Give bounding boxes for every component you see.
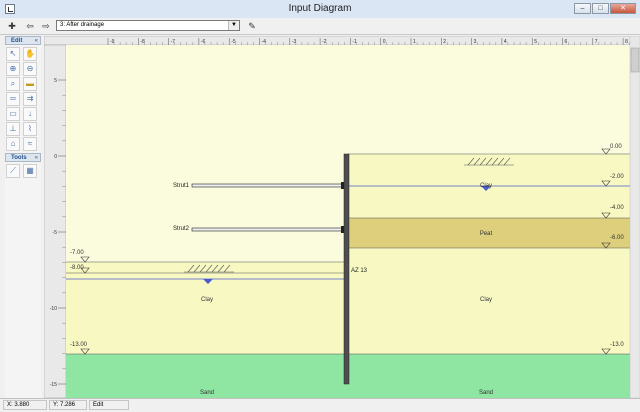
- ruler-tick-label: -10: [50, 306, 57, 312]
- pan-icon[interactable]: ✋: [23, 47, 37, 61]
- ruler-tick-label: 0: [383, 39, 386, 45]
- level-label: -7.00: [70, 250, 84, 256]
- title-bar: Input Diagram – □ ✕: [0, 0, 640, 19]
- support-icon[interactable]: ⊥: [6, 122, 20, 136]
- excavation-icon[interactable]: ⌂: [6, 137, 20, 151]
- edit-panel-label: Edit: [11, 38, 23, 44]
- waterlevel-icon[interactable]: ≈: [23, 137, 37, 151]
- soil-label-right-sand: Sand: [479, 390, 493, 396]
- edit-panel-header[interactable]: Edit «: [5, 36, 41, 45]
- spring-icon[interactable]: ⌇: [23, 122, 37, 136]
- minimize-button[interactable]: –: [574, 3, 591, 14]
- level-label: -2.00: [610, 174, 624, 180]
- ruler-tick-label: -15: [50, 382, 57, 388]
- ruler-tick-label: 6: [565, 39, 568, 45]
- stage-select-value: 3: After drainage: [60, 22, 105, 28]
- ruler-tick-label: 7: [595, 39, 598, 45]
- left-ruler: [44, 44, 67, 398]
- tool-panel: Edit « ↖ ✋ ⊕ ⊖ ⌕ ▬ ═ ⇉ ▭ ↓ ⊥ ⌇ ⌂ ≈ Tools…: [5, 36, 41, 398]
- ruler-tick-label: 2: [443, 39, 446, 45]
- edit-stage-icon[interactable]: ✎: [246, 20, 258, 32]
- soil-layer-left-upper: [66, 262, 348, 273]
- collapse-icon[interactable]: «: [35, 37, 38, 45]
- edit-tools: ↖ ✋ ⊕ ⊖ ⌕ ▬ ═ ⇉ ▭ ↓ ⊥ ⌇ ⌂ ≈: [5, 45, 41, 153]
- top-ruler: [44, 36, 640, 46]
- status-bar: X: 3.880 Y: 7.286 Edit: [0, 398, 640, 412]
- maximize-button[interactable]: □: [592, 3, 609, 14]
- tools-panel-label: Tools: [11, 155, 27, 161]
- ruler-tick-label: 1: [413, 39, 416, 45]
- zoom-window-icon[interactable]: ⌕: [6, 77, 20, 91]
- strut-1-label: Strut1: [173, 183, 190, 189]
- scrollbar-thumb[interactable]: [630, 47, 640, 73]
- ruler-tick-label: 4: [504, 39, 507, 45]
- ruler-tick-label: 0: [54, 154, 57, 160]
- status-mode: Edit: [89, 400, 129, 410]
- soil-label-right-clay-top: Clay: [480, 183, 492, 189]
- soil-layer-left-clay: [66, 273, 348, 354]
- vertical-scrollbar[interactable]: [629, 36, 640, 398]
- zoom-out-icon[interactable]: ⊖: [23, 62, 37, 76]
- soil-label-left-sand: Sand: [200, 390, 214, 396]
- properties-icon[interactable]: ▦: [23, 164, 37, 178]
- level-label: -6.00: [610, 235, 624, 241]
- ruler-tick-label: 5: [54, 78, 57, 84]
- soil-label-left-clay: Clay: [201, 297, 213, 303]
- toolbar: ✚ ⇦ ⇨ 3: After drainage ▼ ✎: [0, 18, 640, 35]
- window-controls: – □ ✕: [574, 3, 636, 14]
- strut-icon[interactable]: ═: [6, 92, 20, 106]
- surcharge-icon[interactable]: ▭: [6, 107, 20, 121]
- status-y: Y: 7.286: [49, 400, 87, 410]
- soil-label-right-clay: Clay: [480, 297, 492, 303]
- ruler-tick-label: 8: [625, 39, 628, 45]
- ruler-tick-label: 3: [474, 39, 477, 45]
- level-label: -13.00: [70, 342, 88, 348]
- previous-stage-icon[interactable]: ⇦: [24, 20, 36, 32]
- status-x: X: 3.880: [3, 400, 47, 410]
- chevron-down-icon[interactable]: ▼: [228, 21, 239, 30]
- soil-label-right-peat: Peat: [480, 231, 493, 237]
- collapse-icon[interactable]: «: [35, 154, 38, 162]
- input-diagram-canvas[interactable]: -9-8-7-6-5-4-3-2-10123456789 50-5-10-15 …: [44, 36, 640, 398]
- level-label: -4.00: [610, 205, 624, 211]
- sheet-pile-wall[interactable]: [343, 153, 350, 385]
- tools-list: ⟋ ▦: [5, 162, 41, 180]
- window-title: Input Diagram: [288, 3, 352, 14]
- layer-icon[interactable]: ▬: [23, 77, 37, 91]
- select-icon[interactable]: ↖: [6, 47, 20, 61]
- ruler-tick-label: -5: [53, 230, 58, 236]
- close-button[interactable]: ✕: [610, 3, 636, 14]
- load-icon[interactable]: ↓: [23, 107, 37, 121]
- wall-label: AZ 13: [351, 268, 368, 274]
- ruler-tick-label: 5: [534, 39, 537, 45]
- stage-select[interactable]: 3: After drainage ▼: [56, 20, 240, 31]
- next-stage-icon[interactable]: ⇨: [40, 20, 52, 32]
- anchor-icon[interactable]: ⇉: [23, 92, 37, 106]
- level-label: -13.0: [610, 342, 624, 348]
- level-label: 0.00: [610, 144, 622, 150]
- tools-panel-header[interactable]: Tools «: [5, 153, 41, 162]
- zoom-in-icon[interactable]: ⊕: [6, 62, 20, 76]
- strut-2-label: Strut2: [173, 226, 190, 232]
- add-stage-icon[interactable]: ✚: [6, 20, 18, 32]
- measure-icon[interactable]: ⟋: [6, 164, 20, 178]
